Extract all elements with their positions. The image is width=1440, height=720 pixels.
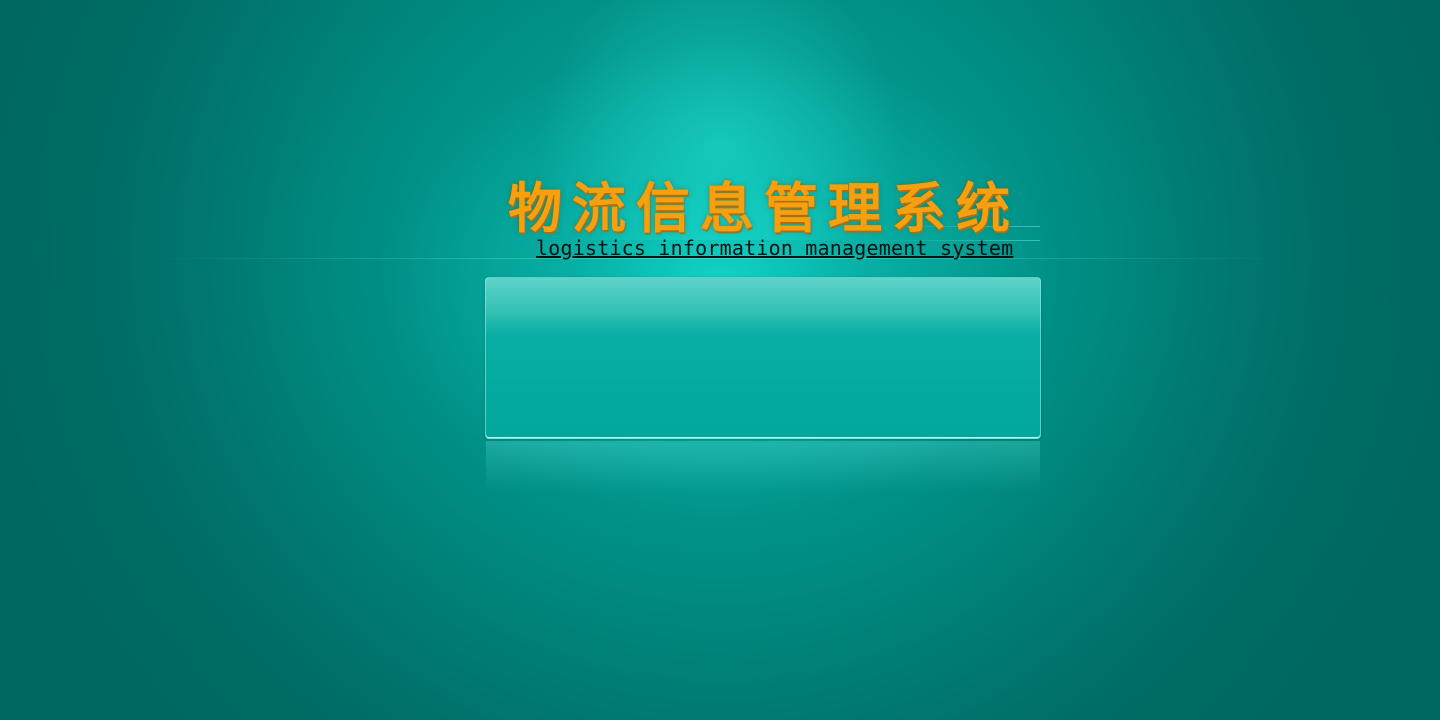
- app-subtitle-link[interactable]: logistics information management system: [536, 236, 1013, 260]
- panel-reflection: [486, 441, 1040, 491]
- login-panel: [485, 277, 1041, 439]
- app-title: 物流信息管理系统: [508, 176, 1020, 240]
